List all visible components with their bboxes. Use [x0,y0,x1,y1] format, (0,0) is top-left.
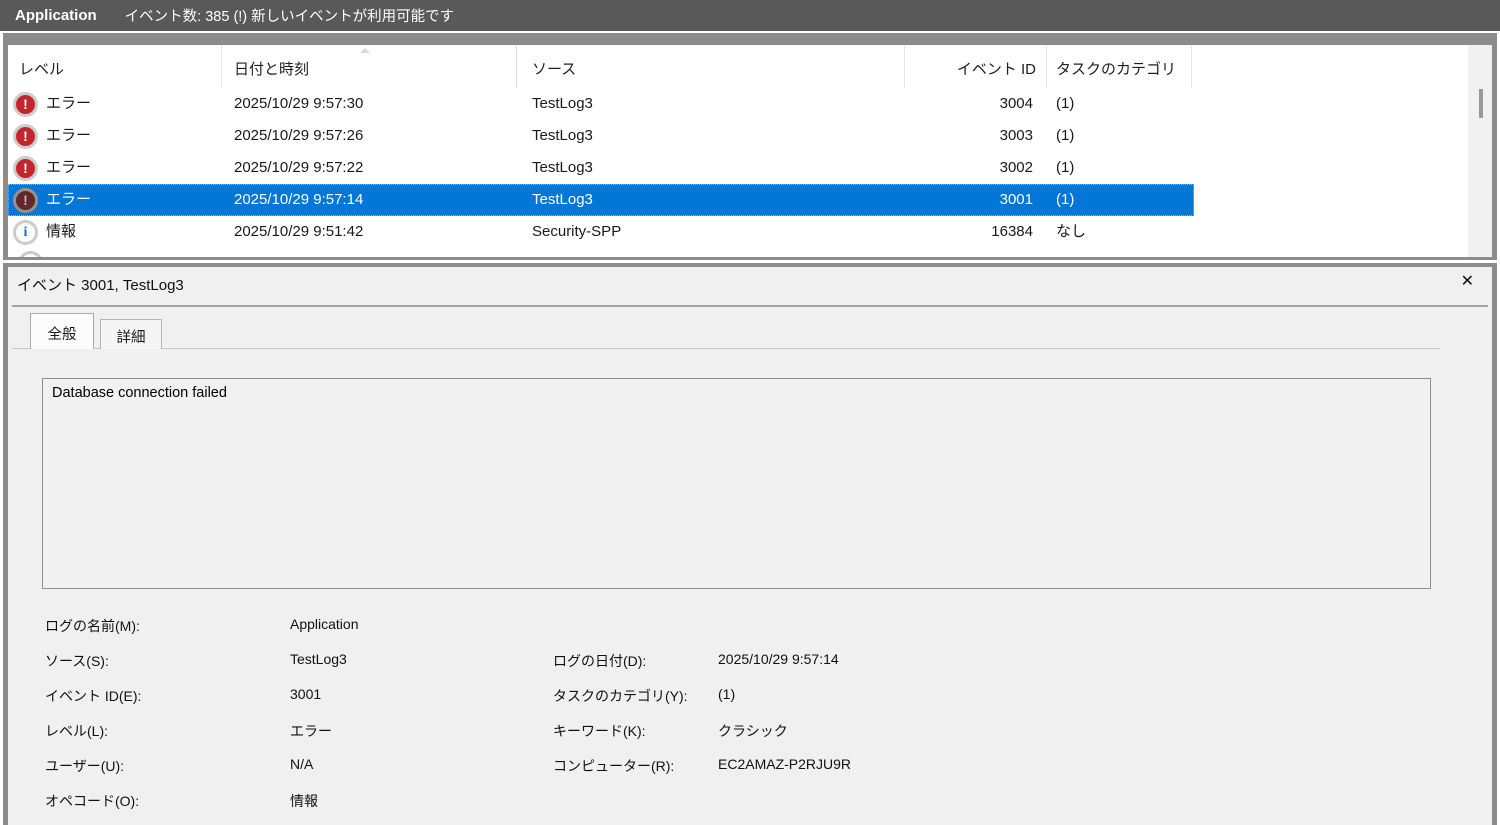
field-label-left: イベント ID(E): [45,688,142,704]
partial-next-row-icon [18,251,43,257]
log-header-bar: Application イベント数: 385 (!) 新しいイベントが利用可能で… [0,0,1500,31]
table-row[interactable]: i 情報 2025/10/29 9:51:42 Security-SPP 163… [8,216,1194,248]
field-row: イベント ID(E): 3001 タスクのカテゴリ(Y): (1) [8,686,1492,708]
table-row[interactable]: ! エラー 2025/10/29 9:57:14 TestLog3 3001 (… [8,184,1194,216]
tabstrip-line [12,348,1440,349]
scrollbar-thumb[interactable] [1479,89,1483,118]
tab-general[interactable]: 全般 [30,313,94,349]
field-label-right: コンピューター(R): [553,758,675,774]
event-list: レベル 日付と時刻 ソース イベント ID タスクのカテゴリ ! エラー 202… [8,45,1492,257]
table-rows: ! エラー 2025/10/29 9:57:30 TestLog3 3004 (… [8,88,1492,248]
field-row: レベル(L): エラー キーワード(K): クラシック [8,721,1492,743]
field-value-right: (1) [718,686,736,702]
field-value-left: Application [290,616,359,632]
title-separator [12,305,1488,307]
field-value-left: 情報 [290,793,318,809]
table-row[interactable]: ! エラー 2025/10/29 9:57:30 TestLog3 3004 (… [8,88,1194,120]
field-label-left: オペコード(O): [45,793,140,809]
log-name: Application [15,7,97,24]
new-events-status: イベント数: 385 (!) 新しいイベントが利用可能です [124,9,455,25]
field-value-left: N/A [290,756,314,772]
column-header-level[interactable]: レベル [8,45,222,88]
table-row[interactable]: ! エラー 2025/10/29 9:57:26 TestLog3 3003 (… [8,120,1194,152]
field-row: ソース(S): TestLog3 ログの日付(D): 2025/10/29 9:… [8,651,1492,673]
table-row[interactable]: ! エラー 2025/10/29 9:57:22 TestLog3 3002 (… [8,152,1194,184]
column-header-category[interactable]: タスクのカテゴリ [1047,45,1192,88]
field-value-right: EC2AMAZ-P2RJU9R [718,756,852,772]
field-value-right: 2025/10/29 9:57:14 [718,651,839,667]
field-value-right: クラシック [718,723,788,739]
detail-panel-title: イベント 3001, TestLog3 [17,277,184,294]
event-message-box[interactable]: Database connection failed [42,378,1431,589]
column-header-source[interactable]: ソース [517,45,905,88]
field-row: オペコード(O): 情報 [8,791,1492,813]
field-value-left: エラー [290,723,332,739]
field-value-left: 3001 [290,686,322,702]
field-label-left: ユーザー(U): [45,758,125,774]
event-detail-panel: イベント 3001, TestLog3 ✕ 全般 詳細 Database con… [3,263,1497,825]
field-label-right: キーワード(K): [553,723,646,739]
sort-ascending-icon [360,48,370,53]
field-label-left: レベル(L): [45,723,108,739]
field-label-right: タスクのカテゴリ(Y): [553,688,688,704]
field-value-left: TestLog3 [290,651,347,667]
vertical-scrollbar[interactable] [1468,45,1492,257]
field-label-right: ログの日付(D): [553,653,647,669]
field-row: ユーザー(U): N/A コンピューター(R): EC2AMAZ-P2RJU9R [8,756,1492,778]
tab-details[interactable]: 詳細 [100,319,162,349]
close-icon[interactable]: ✕ [1461,272,1474,292]
field-label-left: ソース(S): [45,653,109,669]
field-row: ログの名前(M): Application [8,616,1492,638]
field-label-left: ログの名前(M): [45,618,140,634]
column-header-eventid[interactable]: イベント ID [905,45,1047,88]
table-header: レベル 日付と時刻 ソース イベント ID タスクのカテゴリ [8,45,1468,88]
event-list-frame: レベル 日付と時刻 ソース イベント ID タスクのカテゴリ ! エラー 202… [3,33,1497,260]
